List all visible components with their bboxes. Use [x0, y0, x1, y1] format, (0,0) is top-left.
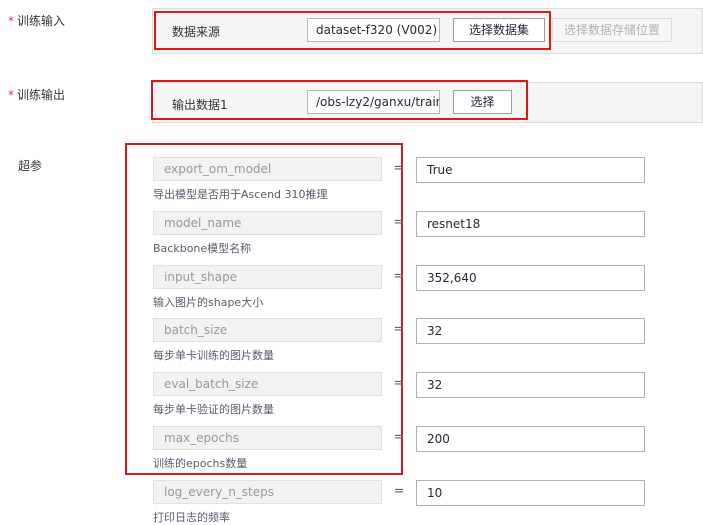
equals-sign: = — [393, 376, 405, 391]
equals-sign: = — [393, 484, 405, 499]
select-storage-button[interactable]: 选择数据存储位置 — [552, 18, 672, 42]
param-value-input[interactable]: 10 — [416, 480, 645, 506]
equals-sign: = — [393, 161, 405, 176]
train-input-label: * 训练输入 — [8, 14, 66, 28]
select-dataset-button[interactable]: 选择数据集 — [453, 18, 545, 42]
data-source-label: 数据来源 — [172, 25, 221, 39]
required-star-icon: * — [8, 88, 14, 102]
param-value-input[interactable]: 32 — [416, 372, 645, 398]
required-star-icon: * — [8, 14, 14, 28]
param-description: Backbone模型名称 — [153, 242, 252, 255]
param-value-input[interactable]: True — [416, 157, 645, 183]
equals-sign: = — [393, 322, 405, 337]
dataset-field[interactable]: dataset-f320 (V002) — [307, 18, 440, 42]
output-path-field[interactable]: /obs-lzy2/ganxu/train_out/ — [307, 90, 440, 114]
equals-sign: = — [393, 215, 405, 230]
param-description: 训练的epochs数量 — [153, 457, 248, 470]
param-value-input[interactable]: 32 — [416, 318, 645, 344]
param-key: batch_size — [153, 318, 382, 342]
param-description: 打印日志的频率 — [153, 511, 230, 524]
param-value-input[interactable]: resnet18 — [416, 211, 645, 237]
param-key: max_epochs — [153, 426, 382, 450]
param-key: log_every_n_steps — [153, 480, 382, 504]
param-description: 输入图片的shape大小 — [153, 296, 264, 309]
param-key: eval_batch_size — [153, 372, 382, 396]
param-description: 每步单卡验证的图片数量 — [153, 403, 274, 416]
equals-sign: = — [393, 269, 405, 284]
param-key: export_om_model — [153, 157, 382, 181]
param-value-input[interactable]: 200 — [416, 426, 645, 452]
output-data-label: 输出数据1 — [172, 98, 228, 112]
equals-sign: = — [393, 430, 405, 445]
train-output-label: * 训练输出 — [8, 88, 66, 102]
param-description: 导出模型是否用于Ascend 310推理 — [153, 188, 328, 201]
hyperparams-label: 超参 — [18, 159, 43, 173]
param-key: input_shape — [153, 265, 382, 289]
param-description: 每步单卡训练的图片数量 — [153, 349, 274, 362]
param-value-input[interactable]: 352,640 — [416, 265, 645, 291]
param-key: model_name — [153, 211, 382, 235]
select-output-button[interactable]: 选择 — [453, 90, 512, 114]
